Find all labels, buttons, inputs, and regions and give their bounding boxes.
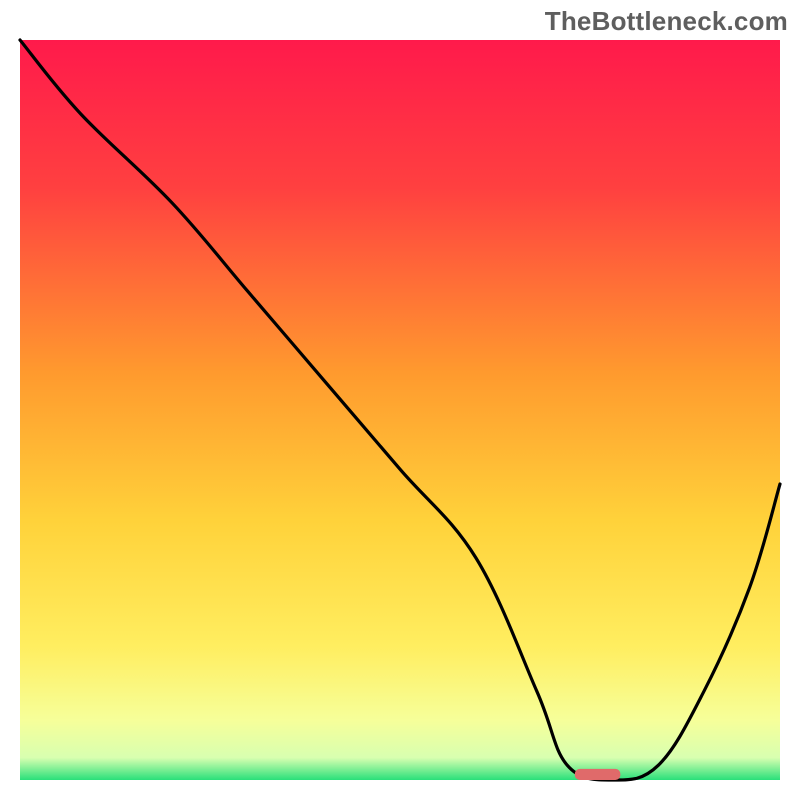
watermark-text: TheBottleneck.com — [545, 6, 788, 37]
chart-background — [20, 40, 780, 780]
chart-optimal-marker — [575, 769, 621, 780]
chart-svg — [0, 0, 800, 800]
chart-stage: TheBottleneck.com — [0, 0, 800, 800]
